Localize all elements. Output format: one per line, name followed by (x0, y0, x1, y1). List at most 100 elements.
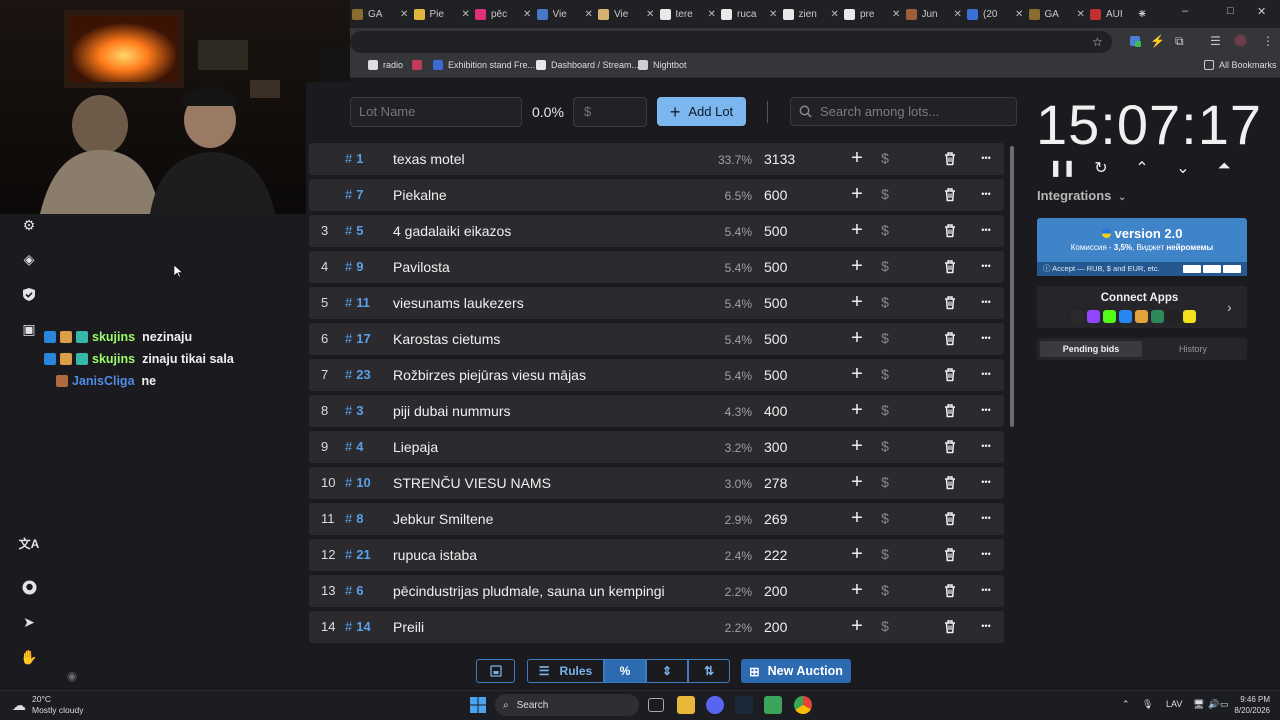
microphone-icon[interactable]: 🎙 (1142, 699, 1153, 710)
menu-kebab-icon[interactable]: ⋮ (1262, 34, 1274, 48)
lot-amount[interactable]: 400 (764, 403, 787, 419)
bookmark-star-icon[interactable]: ☆ (1092, 35, 1103, 49)
tab-close-icon[interactable]: ✕ (462, 9, 470, 20)
trash-icon[interactable] (943, 619, 959, 635)
dollar-icon[interactable]: $ (877, 366, 893, 382)
lot-name[interactable]: Piekalne (393, 187, 447, 203)
lot-name[interactable]: Preili (393, 619, 424, 635)
trash-icon[interactable] (943, 475, 959, 491)
tab-close-icon[interactable]: ✕ (708, 9, 716, 20)
more-options-icon[interactable]: ••• (976, 441, 996, 451)
more-options-icon[interactable]: ••• (976, 405, 996, 415)
tab-close-icon[interactable]: ✕ (585, 9, 593, 20)
lot-name[interactable]: Rožbirzes piejūras viesu mājas (393, 367, 586, 383)
lot-amount[interactable]: 222 (764, 547, 787, 563)
add-amount-plus-icon[interactable]: + (847, 183, 867, 207)
bookmark-item[interactable]: radio (368, 60, 403, 70)
more-options-icon[interactable]: ••• (976, 621, 996, 631)
donate-hand-icon[interactable]: ✋ (17, 645, 41, 669)
lot-name[interactable]: Liepaja (393, 439, 438, 455)
tab-close-icon[interactable]: ✕ (769, 9, 777, 20)
promo-banner[interactable]: version 2.0 Комиссия - 3,5%, Виджет нейр… (1037, 218, 1247, 276)
browser-tab[interactable]: (20 ✕ (967, 4, 1029, 24)
github-icon[interactable] (17, 575, 41, 599)
tab-close-icon[interactable]: ✕ (1015, 9, 1023, 20)
trash-icon[interactable] (943, 403, 959, 419)
lot-row[interactable]: 3 #5 4 gadalaiki eikazos 5.4% 500 + $ ••• (309, 215, 1004, 247)
browser-tab[interactable]: Jun ✕ (905, 4, 968, 24)
compact-view-button[interactable]: ⇕ (646, 659, 688, 683)
more-options-icon[interactable]: ••• (976, 513, 996, 523)
dollar-icon[interactable]: $ (877, 546, 893, 562)
window-close-button[interactable]: ✕ (1257, 5, 1266, 18)
dollar-icon[interactable]: $ (877, 330, 893, 346)
add-amount-plus-icon[interactable]: + (847, 147, 867, 171)
start-windows-icon[interactable] (469, 696, 487, 714)
lot-amount[interactable]: 500 (764, 367, 787, 383)
more-options-icon[interactable]: ••• (976, 189, 996, 199)
double-chevron-up-icon[interactable]: ⏶ (1213, 158, 1235, 180)
chrome-icon[interactable] (794, 696, 812, 714)
dollar-icon[interactable]: $ (877, 186, 893, 202)
bookmark-item[interactable]: Nightbot (638, 60, 687, 70)
tab-history[interactable]: History (1142, 341, 1244, 357)
all-bookmarks[interactable]: All Bookmarks (1204, 60, 1277, 70)
new-auction-button[interactable]: ⊞ New Auction (741, 659, 851, 683)
bookmark-item[interactable] (412, 60, 427, 70)
lot-amount[interactable]: 500 (764, 259, 787, 275)
layers-icon[interactable]: ◈ (17, 247, 41, 271)
tab-close-icon[interactable]: ✕ (1077, 9, 1085, 20)
save-button[interactable] (476, 659, 515, 683)
new-tab-button[interactable]: + (1138, 5, 1146, 21)
dollar-icon[interactable]: $ (877, 222, 893, 238)
add-amount-plus-icon[interactable]: + (847, 471, 867, 495)
more-options-icon[interactable]: ••• (976, 225, 996, 235)
extensions-puzzle-icon[interactable]: ⧉ (1175, 34, 1184, 49)
lot-row[interactable]: 8 #3 piji dubai nummurs 4.3% 400 + $ ••• (309, 395, 1004, 427)
tab-close-icon[interactable]: ✕ (954, 9, 962, 20)
extension-icon[interactable] (1128, 34, 1142, 51)
lot-amount[interactable]: 500 (764, 223, 787, 239)
lot-row[interactable]: 7 #23 Rožbirzes piejūras viesu mājas 5.4% 50… (309, 359, 1004, 391)
more-options-icon[interactable]: ••• (976, 261, 996, 271)
dollar-icon[interactable]: $ (877, 294, 893, 310)
trash-icon[interactable] (943, 187, 959, 203)
file-explorer-icon[interactable] (677, 696, 695, 714)
add-amount-plus-icon[interactable]: + (847, 615, 867, 639)
more-options-icon[interactable]: ••• (976, 477, 996, 487)
lot-amount[interactable]: 500 (764, 331, 787, 347)
lot-amount[interactable]: 300 (764, 439, 787, 455)
tab-close-icon[interactable]: ✕ (400, 9, 408, 20)
rules-button[interactable]: ☰ Rules (527, 659, 604, 683)
lot-amount[interactable]: 278 (764, 475, 787, 491)
add-amount-plus-icon[interactable]: + (847, 291, 867, 315)
more-options-icon[interactable]: ••• (976, 369, 996, 379)
lot-name[interactable]: Karostas cietums (393, 331, 500, 347)
tab-close-icon[interactable]: ✕ (892, 9, 900, 20)
more-options-icon[interactable]: ••• (976, 585, 996, 595)
lot-amount[interactable]: 500 (764, 295, 787, 311)
network-icon[interactable]: 🖥 (1193, 699, 1204, 710)
tray-chevron-up-icon[interactable]: ⌃ (1122, 699, 1130, 710)
browser-tab[interactable]: Vie ✕ (536, 4, 599, 24)
add-amount-plus-icon[interactable]: + (847, 327, 867, 351)
more-options-icon[interactable]: ••• (976, 297, 996, 307)
lot-amount[interactable]: 200 (764, 619, 787, 635)
browser-tab[interactable]: Vie ✕ (598, 4, 660, 24)
lot-amount[interactable]: 200 (764, 583, 787, 599)
lot-row[interactable]: 4 #9 Pavilosta 5.4% 500 + $ ••• (309, 251, 1004, 283)
more-options-icon[interactable]: ••• (976, 333, 996, 343)
add-amount-plus-icon[interactable]: + (847, 507, 867, 531)
integrations-dropdown[interactable]: Integrations ⌄ (1037, 188, 1126, 203)
amount-input[interactable]: $ (573, 97, 647, 127)
trash-icon[interactable] (943, 295, 959, 311)
window-minimize-button[interactable]: – (1182, 5, 1188, 17)
browser-tab[interactable]: tere ✕ (659, 4, 722, 24)
lot-row[interactable]: 11 #8 Jebkur Smiltene 2.9% 269 + $ ••• (309, 503, 1004, 535)
telegram-icon[interactable]: ➤ (17, 610, 41, 634)
translate-icon[interactable]: 文A (17, 531, 41, 555)
bookmark-item[interactable]: Exhibition stand Fre... (433, 60, 535, 70)
trash-icon[interactable] (943, 439, 959, 455)
lot-name[interactable]: pēcindustrijas pludmale, sauna un kempin… (393, 583, 665, 599)
lot-row[interactable]: #7 Piekalne 6.5% 600 + $ ••• (309, 179, 1004, 211)
